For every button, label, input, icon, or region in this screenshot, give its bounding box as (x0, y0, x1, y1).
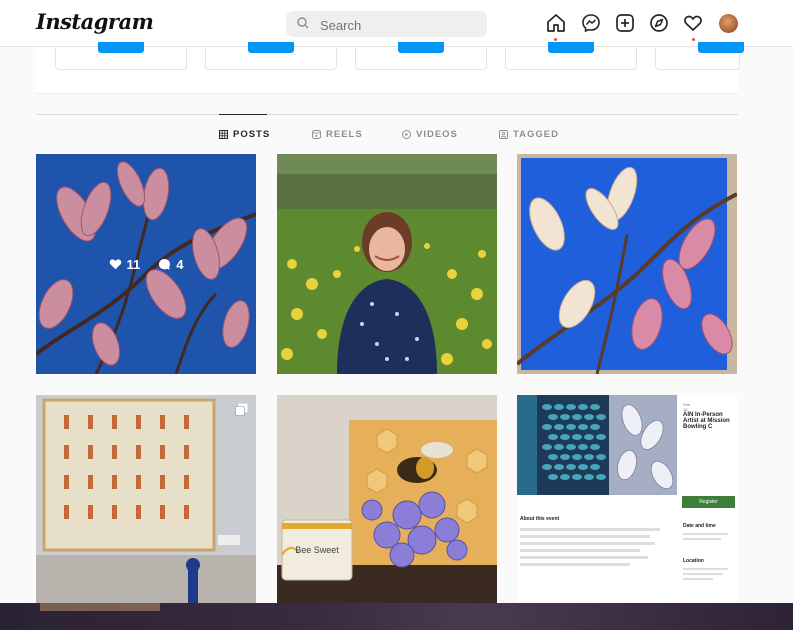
text-line (520, 556, 648, 559)
comments-count-group: 4 (158, 257, 183, 272)
text-line (520, 549, 640, 552)
suggested-accounts-strip (36, 42, 744, 94)
tab-tagged-label: TAGGED (513, 129, 559, 140)
activity-notification-dot (692, 38, 695, 41)
text-line (683, 573, 723, 575)
desktop-bottom-strip (0, 603, 793, 630)
text-line (683, 538, 721, 540)
instagram-logo[interactable]: Instagram (36, 9, 154, 34)
tagged-icon (499, 130, 508, 139)
post-thumbnail[interactable] (517, 154, 737, 374)
figures-painting-photo (36, 395, 256, 615)
tab-videos-label: VIDEOS (416, 129, 458, 140)
messenger-icon[interactable] (581, 13, 601, 33)
follow-button[interactable] (548, 42, 594, 53)
search-icon (297, 17, 309, 29)
tab-tagged[interactable]: TAGGED (499, 129, 559, 140)
text-line (683, 533, 728, 535)
post-thumbnail[interactable] (36, 395, 256, 615)
event-about-heading: About this event (520, 516, 560, 522)
event-date-heading: Date and time (683, 523, 716, 529)
text-line (520, 542, 655, 545)
comments-count: 4 (176, 256, 184, 272)
event-about-section: About this event (517, 513, 673, 569)
search-input[interactable] (318, 15, 482, 35)
post-thumbnail[interactable] (277, 154, 497, 374)
multiple-photos-icon (235, 403, 248, 416)
magnolia-painting-photo (517, 154, 737, 374)
register-button[interactable]: Register (682, 496, 735, 508)
active-tab-indicator (219, 114, 267, 115)
follow-button[interactable] (248, 42, 294, 53)
tab-videos[interactable]: VIDEOS (402, 129, 458, 140)
grid-icon (219, 130, 228, 139)
post-thumbnail[interactable]: Bee Sweet (277, 395, 497, 615)
desktop-highlight (40, 603, 160, 611)
likes-count: 11 (126, 256, 141, 272)
text-line (683, 568, 728, 570)
likes-count-group: 11 (109, 256, 141, 272)
tab-posts-label: POSTS (233, 129, 271, 140)
follow-button[interactable] (698, 42, 744, 53)
top-navigation-bar: Instagram (0, 0, 793, 47)
home-notification-dot (554, 38, 557, 41)
text-line (520, 535, 650, 538)
text-line (520, 563, 630, 566)
event-location-heading: Location (683, 558, 704, 564)
portrait-photo (277, 154, 497, 374)
mug-text: Bee Sweet (295, 545, 339, 555)
event-title: AIN In-Person Artist at Mission Bowling … (683, 412, 730, 430)
comment-icon (159, 258, 171, 270)
new-post-icon[interactable] (615, 13, 635, 33)
suggested-account-card (655, 42, 744, 70)
tab-reels-label: REELS (326, 129, 363, 140)
activity-heart-icon[interactable] (683, 13, 703, 33)
tab-posts[interactable]: POSTS (219, 129, 270, 140)
text-line (683, 578, 713, 580)
reels-icon (312, 130, 321, 139)
post-thumbnail[interactable]: 11 4 (36, 154, 256, 374)
bee-painting-photo: Bee Sweet (277, 395, 497, 615)
post-hover-overlay: 11 4 (36, 154, 256, 374)
heart-icon (109, 259, 121, 270)
explore-icon[interactable] (649, 13, 669, 33)
home-icon[interactable] (546, 13, 566, 33)
text-line (520, 528, 660, 531)
profile-avatar[interactable] (719, 14, 738, 33)
follow-button[interactable] (98, 42, 144, 53)
tabs-divider (36, 114, 738, 115)
play-icon (402, 130, 411, 139)
event-info-panel: Feb 16 AIN In-Person Artist at Mission B… (683, 402, 735, 430)
suggested-account-card (505, 42, 637, 70)
suggested-account-card (355, 42, 487, 70)
tab-reels[interactable]: REELS (312, 129, 363, 140)
suggested-account-card (205, 42, 337, 70)
search-box[interactable] (286, 11, 487, 37)
post-thumbnail[interactable]: Feb 16 AIN In-Person Artist at Mission B… (517, 395, 737, 615)
event-details-column: Date and time Location (683, 523, 735, 580)
follow-button[interactable] (398, 42, 444, 53)
suggested-account-card (55, 42, 187, 70)
